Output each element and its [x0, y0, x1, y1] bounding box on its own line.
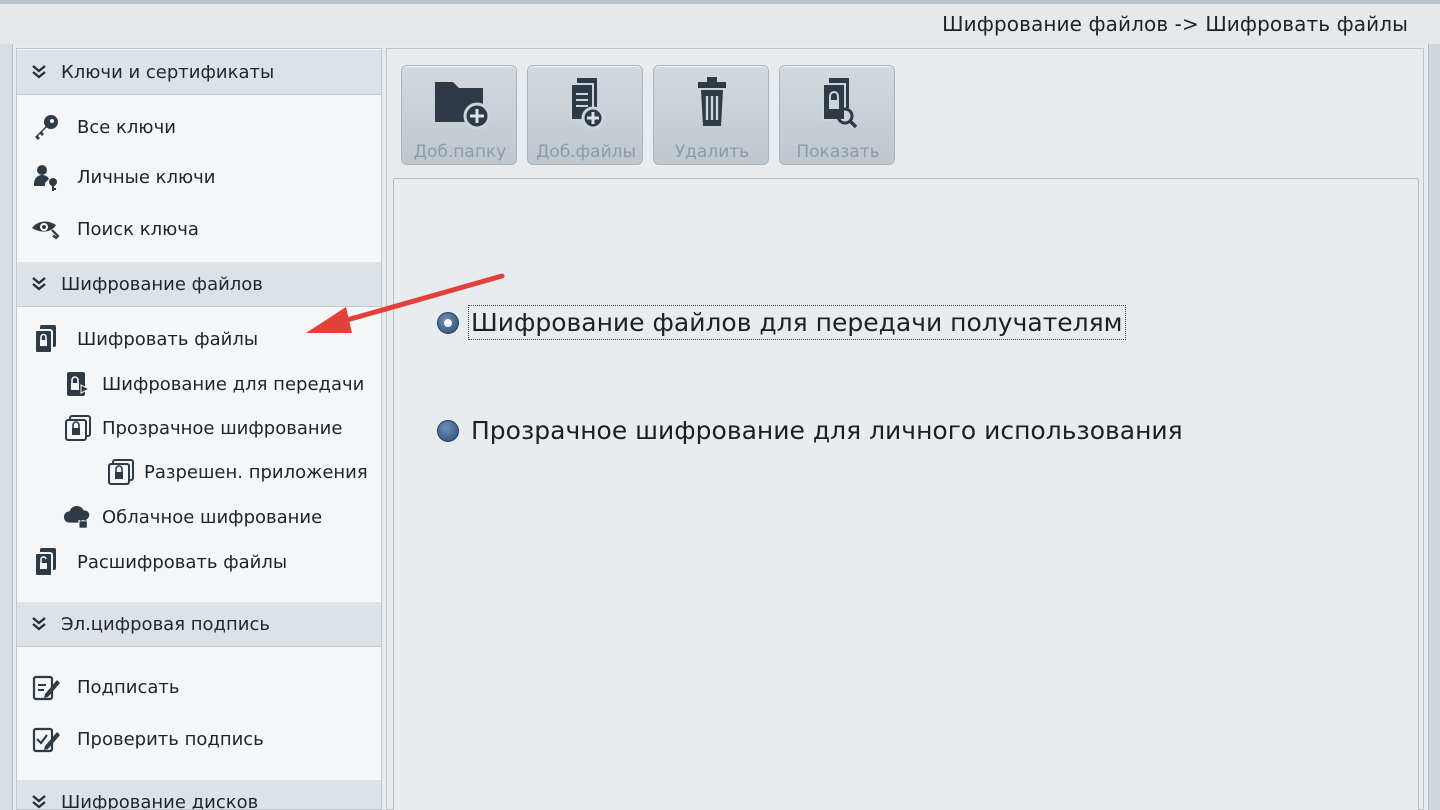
- section-title: Шифрование дисков: [61, 791, 259, 810]
- folder-add-icon: [402, 72, 518, 134]
- locked-file-send-icon: [63, 369, 93, 399]
- sidebar-item-label: Облачное шифрование: [102, 506, 323, 528]
- breadcrumb: Шифрование файлов -> Шифровать файлы: [942, 12, 1408, 36]
- locked-files-icon: [29, 322, 63, 356]
- sidebar-item-cloud-encryption[interactable]: Облачное шифрование: [63, 499, 322, 535]
- section-body-file-encryption: Шифровать файлы Шифрование для передачи …: [17, 307, 381, 601]
- sidebar-item-sign[interactable]: Подписать: [29, 669, 179, 705]
- add-files-button[interactable]: Доб.файлы: [527, 65, 643, 165]
- section-header-disk-encryption[interactable]: Шифрование дисков: [17, 779, 381, 810]
- sidebar-item-decrypt-files[interactable]: Расшифровать файлы: [29, 544, 287, 580]
- section-title: Шифрование файлов: [61, 273, 263, 295]
- section-title: Ключи и сертификаты: [61, 61, 275, 83]
- window-edge-left: [0, 44, 13, 810]
- eye-key-icon: [29, 212, 63, 246]
- option-label: Шифрование файлов для передачи получател…: [468, 305, 1126, 340]
- sidebar-item-key-search[interactable]: Поиск ключа: [29, 211, 199, 247]
- show-button[interactable]: Показать: [779, 65, 895, 165]
- chevron-double-down-icon: [32, 617, 46, 631]
- button-label: Удалить: [674, 142, 750, 162]
- add-folder-button[interactable]: Доб.папку: [401, 65, 517, 165]
- section-header-digital-signature[interactable]: Эл.цифровая подпись: [17, 601, 381, 647]
- main-panel: Доб.папку Доб.файлы Удалить Показать Шиф…: [386, 48, 1424, 810]
- cloud-lock-icon: [63, 502, 93, 532]
- option-label: Прозрачное шифрование для личного исполь…: [471, 416, 1183, 445]
- sidebar-item-label: Личные ключи: [77, 166, 216, 188]
- verify-signature-icon: [29, 722, 63, 756]
- sidebar-item-label: Шифровать файлы: [77, 328, 259, 350]
- sidebar-item-label: Проверить подпись: [77, 728, 264, 750]
- sign-pen-icon: [29, 670, 63, 704]
- sidebar-item-label: Все ключи: [77, 116, 176, 138]
- sidebar: Ключи и сертификаты Все ключи Личные клю…: [16, 48, 382, 810]
- sidebar-item-label: Шифрование для передачи: [102, 373, 365, 395]
- radio-button[interactable]: [437, 419, 459, 442]
- section-body-digital-signature: Подписать Проверить подпись: [17, 647, 381, 779]
- sidebar-item-label: Расшифровать файлы: [77, 551, 288, 573]
- button-label: Доб.папку: [413, 142, 507, 162]
- sidebar-item-encryption-for-transfer[interactable]: Шифрование для передачи: [63, 366, 364, 402]
- options-panel: Шифрование файлов для передачи получател…: [393, 178, 1419, 810]
- sidebar-item-label: Прозрачное шифрование: [102, 417, 343, 439]
- unlocked-files-icon: [29, 545, 63, 579]
- section-title: Эл.цифровая подпись: [61, 613, 270, 635]
- sidebar-item-all-keys[interactable]: Все ключи: [29, 109, 176, 145]
- toolbar: Доб.папку Доб.файлы Удалить Показать: [401, 65, 895, 165]
- chevron-double-down-icon: [32, 277, 46, 291]
- trash-icon: [654, 72, 770, 134]
- key-icon: [29, 110, 63, 144]
- locked-file-search-icon: [780, 72, 896, 134]
- option-encrypt-for-recipients[interactable]: Шифрование файлов для передачи получател…: [437, 305, 1126, 340]
- files-add-icon: [528, 72, 644, 134]
- section-body-keys: Все ключи Личные ключи Поиск ключа: [17, 95, 381, 261]
- person-key-icon: [29, 160, 63, 194]
- sidebar-item-verify-signature[interactable]: Проверить подпись: [29, 721, 264, 757]
- sidebar-item-label: Поиск ключа: [77, 218, 199, 240]
- section-header-file-encryption[interactable]: Шифрование файлов: [17, 261, 381, 307]
- radio-button-selected[interactable]: [437, 311, 459, 334]
- sidebar-item-label: Разрешен. приложения: [144, 461, 368, 483]
- header-bar: Шифрование файлов -> Шифровать файлы: [0, 4, 1440, 44]
- locked-frame-icon: [63, 413, 93, 443]
- button-label: Показать: [796, 142, 880, 162]
- delete-button[interactable]: Удалить: [653, 65, 769, 165]
- chevron-double-down-icon: [32, 65, 46, 79]
- locked-frame-icon: [106, 457, 136, 487]
- section-header-keys[interactable]: Ключи и сертификаты: [17, 49, 381, 95]
- sidebar-item-label: Подписать: [77, 676, 180, 698]
- sidebar-item-allowed-apps[interactable]: Разрешен. приложения: [106, 454, 368, 490]
- window-edge-right: [1428, 44, 1440, 810]
- sidebar-item-transparent-encryption[interactable]: Прозрачное шифрование: [63, 410, 342, 446]
- option-transparent-personal[interactable]: Прозрачное шифрование для личного исполь…: [437, 414, 1185, 447]
- sidebar-item-encrypt-files[interactable]: Шифровать файлы: [29, 321, 258, 357]
- chevron-double-down-icon: [32, 795, 46, 809]
- button-label: Доб.файлы: [536, 142, 636, 162]
- sidebar-item-personal-keys[interactable]: Личные ключи: [29, 159, 216, 195]
